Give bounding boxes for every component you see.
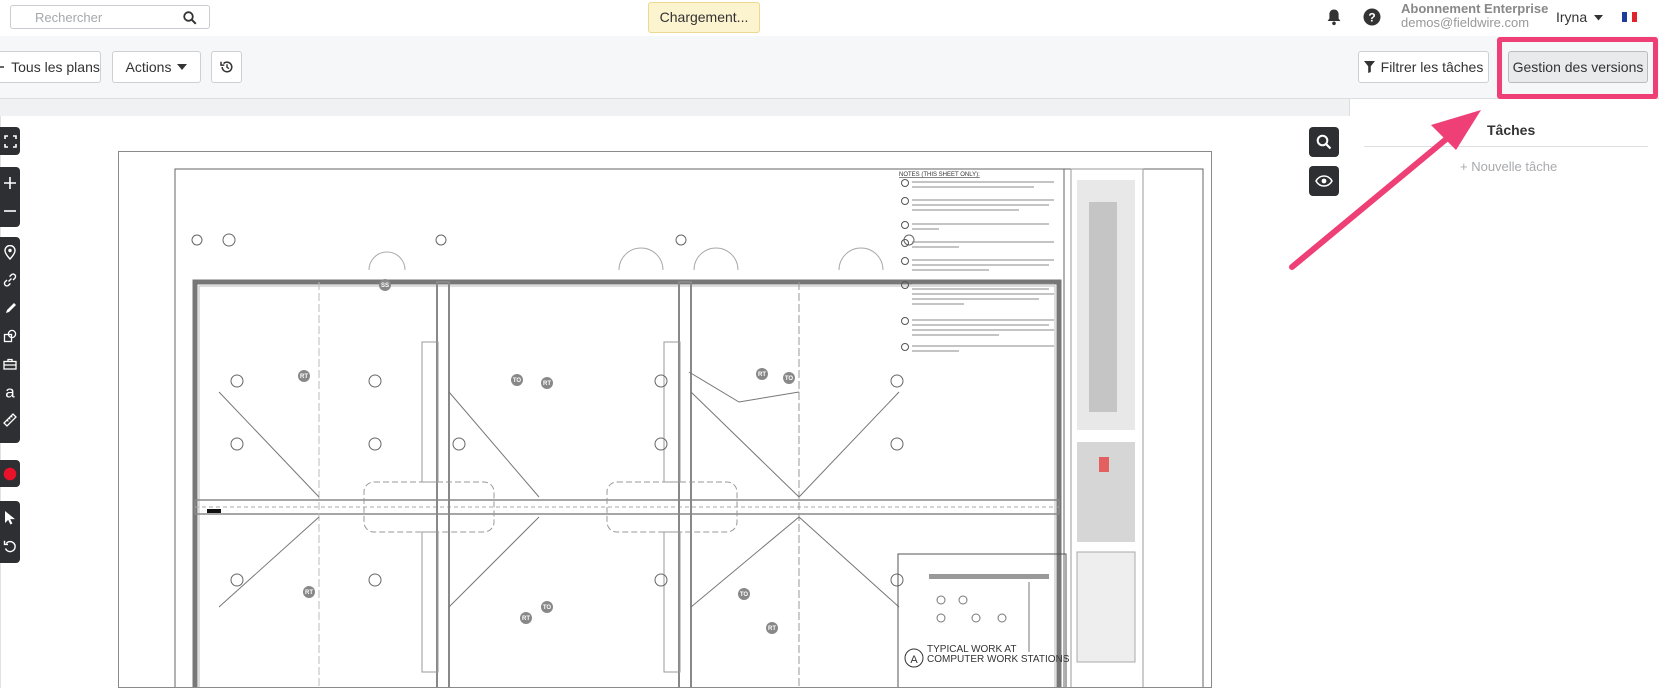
- svg-text:RT: RT: [300, 374, 308, 380]
- visibility-button[interactable]: [1309, 166, 1339, 196]
- text-tool-icon[interactable]: a: [0, 378, 20, 406]
- select-tools-group: [0, 501, 20, 563]
- user-menu[interactable]: Iryna: [1556, 9, 1604, 25]
- svg-text:a: a: [5, 384, 15, 400]
- badge: RT: [541, 377, 553, 389]
- floor-plan-drawing: NOTES (THIS SHEET ONLY): A TYPICAL WORK …: [174, 168, 1204, 687]
- badge: TO: [783, 372, 795, 384]
- badge: RT: [298, 370, 310, 382]
- filter-tasks-button[interactable]: Filtrer les tâches: [1358, 51, 1489, 83]
- tasks-title: Tâches: [1487, 122, 1536, 138]
- caret-down-icon: [1594, 15, 1604, 21]
- all-plans-button[interactable]: Tous les plans: [0, 51, 101, 83]
- user-name: Iryna: [1556, 9, 1588, 25]
- svg-text:TO: TO: [740, 592, 749, 598]
- svg-text:NOTES (THIS SHEET ONLY):: NOTES (THIS SHEET ONLY):: [899, 172, 980, 178]
- zoom-out-icon[interactable]: [0, 197, 20, 225]
- tasks-panel: [1349, 99, 1659, 688]
- search-box[interactable]: [10, 5, 210, 29]
- color-group: [0, 460, 20, 487]
- zoom-in-icon[interactable]: [0, 169, 20, 197]
- pin-icon[interactable]: [0, 238, 20, 266]
- pencil-icon[interactable]: [0, 294, 20, 322]
- history-icon: [219, 61, 232, 73]
- search-input[interactable]: [35, 9, 175, 25]
- badge: TO: [541, 601, 553, 613]
- undo-icon[interactable]: [0, 532, 20, 560]
- filter-icon: [1363, 61, 1375, 73]
- account-info[interactable]: Abonnement Enterprise demos@fieldwire.co…: [1401, 2, 1548, 30]
- svg-text:COMPUTER WORK STATIONS: COMPUTER WORK STATIONS: [927, 654, 1070, 665]
- svg-text:RT: RT: [768, 626, 776, 632]
- actions-dropdown[interactable]: Actions: [112, 51, 201, 83]
- color-swatch[interactable]: [0, 460, 20, 487]
- new-task-link[interactable]: + Nouvelle tâche: [1460, 159, 1557, 174]
- svg-text:TO: TO: [513, 378, 522, 384]
- top-bar: Chargement... ? Abonnement Enterprise de…: [0, 0, 1659, 37]
- badge: TO: [511, 374, 523, 386]
- svg-text:A: A: [910, 654, 918, 666]
- zoom-group: [0, 167, 20, 227]
- loading-indicator: Chargement...: [648, 2, 760, 33]
- badge: RT: [756, 368, 768, 380]
- badge: RT: [766, 622, 778, 634]
- actions-label: Actions: [125, 59, 172, 75]
- svg-text:SS: SS: [381, 283, 389, 289]
- svg-text:RT: RT: [522, 616, 530, 622]
- account-email: demos@fieldwire.com: [1401, 15, 1530, 30]
- fullscreen-icon[interactable]: [0, 127, 20, 155]
- search-icon: [1316, 134, 1332, 150]
- help-icon[interactable]: ?: [1363, 8, 1381, 31]
- tasks-divider: [1364, 146, 1648, 147]
- all-plans-label: Tous les plans: [11, 59, 100, 75]
- badge: RT: [520, 612, 532, 624]
- badge: RT: [303, 586, 315, 598]
- svg-text:TO: TO: [543, 605, 552, 611]
- highlight-box: [1497, 37, 1658, 99]
- eye-icon: [1315, 175, 1333, 187]
- history-button[interactable]: [211, 51, 242, 83]
- plan-sheet[interactable]: NOTES (THIS SHEET ONLY): A TYPICAL WORK …: [118, 151, 1212, 688]
- svg-text:?: ?: [1368, 10, 1375, 24]
- plan-search-button[interactable]: [1309, 127, 1339, 157]
- svg-text:RT: RT: [305, 590, 313, 596]
- fullscreen-group: [0, 127, 20, 155]
- ruler-icon[interactable]: [0, 406, 20, 434]
- badge: SS: [379, 279, 391, 291]
- cursor-icon[interactable]: [0, 503, 20, 531]
- markup-tools-group: a: [0, 237, 20, 443]
- filter-tasks-label: Filtrer les tâches: [1380, 59, 1484, 75]
- badge: TO: [738, 588, 750, 600]
- bell-icon[interactable]: [1326, 8, 1342, 31]
- svg-text:RT: RT: [543, 381, 551, 387]
- shapes-icon[interactable]: [0, 322, 20, 350]
- search-icon[interactable]: [183, 11, 197, 30]
- fr-flag-icon[interactable]: [1622, 12, 1637, 22]
- svg-text:RT: RT: [758, 372, 766, 378]
- arrow-left-icon: [0, 64, 5, 70]
- account-plan: Abonnement Enterprise: [1401, 1, 1549, 16]
- toolbox-icon[interactable]: [0, 350, 20, 378]
- caret-down-icon: [177, 64, 188, 70]
- link-icon[interactable]: [0, 266, 20, 294]
- svg-text:TO: TO: [785, 376, 794, 382]
